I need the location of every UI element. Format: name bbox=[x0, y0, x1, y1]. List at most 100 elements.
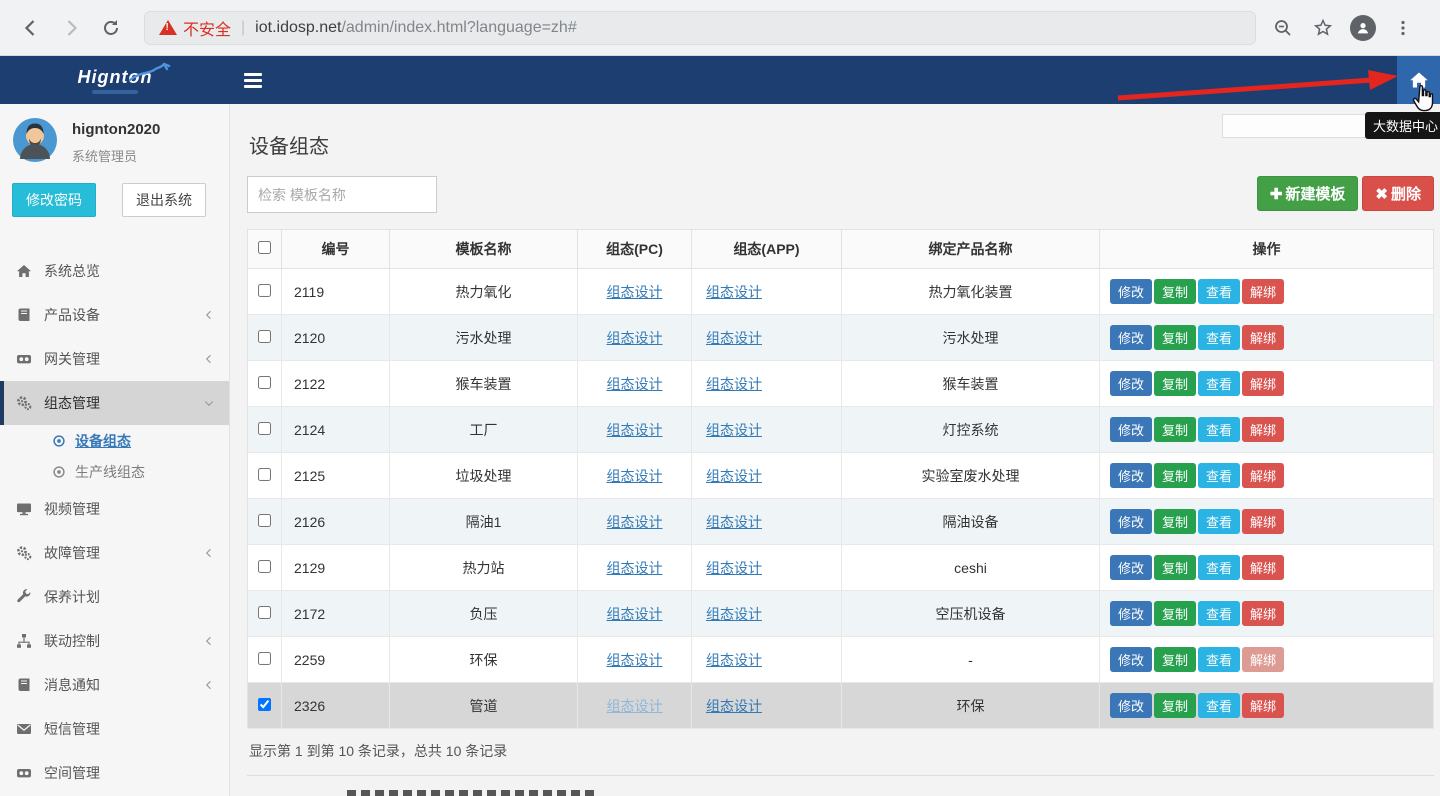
new-template-button[interactable]: ✚新建模板 bbox=[1257, 176, 1359, 211]
hamburger-menu-icon[interactable] bbox=[244, 73, 262, 104]
pc-config-link[interactable]: 组态设计 bbox=[607, 468, 663, 484]
pc-config-link[interactable]: 组态设计 bbox=[607, 698, 663, 714]
row-checkbox[interactable] bbox=[258, 652, 271, 665]
edit-button[interactable]: 修改 bbox=[1110, 417, 1152, 442]
app-config-link[interactable]: 组态设计 bbox=[706, 606, 762, 622]
sidebar-item-linkage[interactable]: 联动控制 bbox=[0, 619, 229, 663]
copy-button[interactable]: 复制 bbox=[1154, 555, 1196, 580]
forward-icon[interactable] bbox=[54, 11, 88, 45]
address-bar[interactable]: 不安全 | iot.idosp.net /admin/index.html?la… bbox=[144, 11, 1256, 45]
row-checkbox[interactable] bbox=[258, 698, 271, 711]
edit-button[interactable]: 修改 bbox=[1110, 325, 1152, 350]
view-button[interactable]: 查看 bbox=[1198, 647, 1240, 672]
logout-button[interactable]: 退出系统 bbox=[122, 183, 206, 217]
template-search-input[interactable] bbox=[247, 176, 437, 213]
row-checkbox[interactable] bbox=[258, 376, 271, 389]
edit-button[interactable]: 修改 bbox=[1110, 647, 1152, 672]
sidebar-item-sms[interactable]: 短信管理 bbox=[0, 707, 229, 751]
sidebar-subitem-line-config[interactable]: 生产线组态 bbox=[0, 456, 229, 487]
app-config-link[interactable]: 组态设计 bbox=[706, 376, 762, 392]
bigdata-home-button[interactable] bbox=[1397, 56, 1440, 104]
user-avatar[interactable] bbox=[12, 117, 58, 163]
sidebar-item-fault[interactable]: 故障管理 bbox=[0, 531, 229, 575]
pc-config-link[interactable]: 组态设计 bbox=[607, 606, 663, 622]
sidebar-item-products[interactable]: 产品设备 bbox=[0, 293, 229, 337]
row-checkbox[interactable] bbox=[258, 422, 271, 435]
bookmark-star-icon[interactable] bbox=[1306, 11, 1340, 45]
sidebar-subitem-device-config[interactable]: 设备组态 bbox=[0, 425, 229, 456]
reload-icon[interactable] bbox=[94, 11, 128, 45]
edit-button[interactable]: 修改 bbox=[1110, 693, 1152, 718]
app-config-link[interactable]: 组态设计 bbox=[706, 422, 762, 438]
app-config-link[interactable]: 组态设计 bbox=[706, 652, 762, 668]
view-button[interactable]: 查看 bbox=[1198, 555, 1240, 580]
kebab-menu-icon[interactable] bbox=[1386, 11, 1420, 45]
pc-config-link[interactable]: 组态设计 bbox=[607, 376, 663, 392]
view-button[interactable]: 查看 bbox=[1198, 371, 1240, 396]
unbind-button[interactable]: 解绑 bbox=[1242, 509, 1284, 534]
view-button[interactable]: 查看 bbox=[1198, 693, 1240, 718]
copy-button[interactable]: 复制 bbox=[1154, 463, 1196, 488]
view-button[interactable]: 查看 bbox=[1198, 509, 1240, 534]
back-icon[interactable] bbox=[14, 11, 48, 45]
app-config-link[interactable]: 组态设计 bbox=[706, 560, 762, 576]
edit-button[interactable]: 修改 bbox=[1110, 279, 1152, 304]
edit-button[interactable]: 修改 bbox=[1110, 509, 1152, 534]
copy-button[interactable]: 复制 bbox=[1154, 509, 1196, 534]
edit-button[interactable]: 修改 bbox=[1110, 555, 1152, 580]
view-button[interactable]: 查看 bbox=[1198, 279, 1240, 304]
app-config-link[interactable]: 组态设计 bbox=[706, 468, 762, 484]
pc-config-link[interactable]: 组态设计 bbox=[607, 330, 663, 346]
pc-config-link[interactable]: 组态设计 bbox=[607, 284, 663, 300]
unbind-button[interactable]: 解绑 bbox=[1242, 279, 1284, 304]
delete-button[interactable]: ✖删除 bbox=[1362, 176, 1434, 211]
unbind-button[interactable]: 解绑 bbox=[1242, 693, 1284, 718]
edit-button[interactable]: 修改 bbox=[1110, 601, 1152, 626]
view-button[interactable]: 查看 bbox=[1198, 601, 1240, 626]
sidebar-item-space[interactable]: 空间管理 bbox=[0, 751, 229, 795]
sidebar-item-system-overview[interactable]: 系统总览 bbox=[0, 249, 229, 293]
unbind-button[interactable]: 解绑 bbox=[1242, 601, 1284, 626]
copy-button[interactable]: 复制 bbox=[1154, 693, 1196, 718]
select-all-checkbox[interactable] bbox=[258, 241, 271, 254]
edit-button[interactable]: 修改 bbox=[1110, 371, 1152, 396]
view-button[interactable]: 查看 bbox=[1198, 325, 1240, 350]
copy-button[interactable]: 复制 bbox=[1154, 279, 1196, 304]
sidebar-item-gateway[interactable]: 网关管理 bbox=[0, 337, 229, 381]
sidebar-item-video[interactable]: 视频管理 bbox=[0, 487, 229, 531]
app-config-link[interactable]: 组态设计 bbox=[706, 698, 762, 714]
app-config-link[interactable]: 组态设计 bbox=[706, 514, 762, 530]
sidebar-item-notifications[interactable]: 消息通知 bbox=[0, 663, 229, 707]
copy-button[interactable]: 复制 bbox=[1154, 371, 1196, 396]
copy-button[interactable]: 复制 bbox=[1154, 325, 1196, 350]
unbind-button[interactable]: 解绑 bbox=[1242, 325, 1284, 350]
pc-config-link[interactable]: 组态设计 bbox=[607, 514, 663, 530]
view-button[interactable]: 查看 bbox=[1198, 463, 1240, 488]
row-checkbox[interactable] bbox=[258, 468, 271, 481]
copy-button[interactable]: 复制 bbox=[1154, 417, 1196, 442]
unbind-button[interactable]: 解绑 bbox=[1242, 555, 1284, 580]
zoom-out-icon[interactable] bbox=[1266, 11, 1300, 45]
row-checkbox[interactable] bbox=[258, 560, 271, 573]
unbind-button[interactable]: 解绑 bbox=[1242, 371, 1284, 396]
copy-button[interactable]: 复制 bbox=[1154, 647, 1196, 672]
row-checkbox[interactable] bbox=[258, 514, 271, 527]
app-config-link[interactable]: 组态设计 bbox=[706, 330, 762, 346]
copy-button[interactable]: 复制 bbox=[1154, 601, 1196, 626]
row-checkbox[interactable] bbox=[258, 330, 271, 343]
sidebar-item-configuration[interactable]: 组态管理 bbox=[0, 381, 229, 425]
unbind-button[interactable]: 解绑 bbox=[1242, 463, 1284, 488]
pc-config-link[interactable]: 组态设计 bbox=[607, 560, 663, 576]
view-button[interactable]: 查看 bbox=[1198, 417, 1240, 442]
pc-config-link[interactable]: 组态设计 bbox=[607, 652, 663, 668]
change-password-button[interactable]: 修改密码 bbox=[12, 183, 96, 217]
profile-avatar-icon[interactable] bbox=[1346, 11, 1380, 45]
unbind-button-disabled[interactable]: 解绑 bbox=[1242, 647, 1284, 672]
row-checkbox[interactable] bbox=[258, 606, 271, 619]
edit-button[interactable]: 修改 bbox=[1110, 463, 1152, 488]
row-checkbox[interactable] bbox=[258, 284, 271, 297]
header-search-input[interactable] bbox=[1222, 114, 1367, 138]
sidebar-item-maintenance[interactable]: 保养计划 bbox=[0, 575, 229, 619]
app-config-link[interactable]: 组态设计 bbox=[706, 284, 762, 300]
unbind-button[interactable]: 解绑 bbox=[1242, 417, 1284, 442]
